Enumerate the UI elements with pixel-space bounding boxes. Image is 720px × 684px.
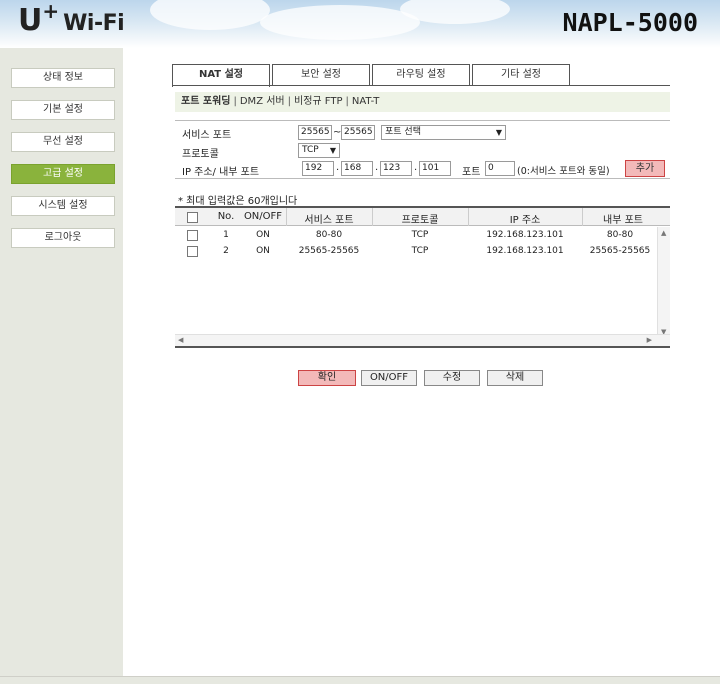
row-ip: 192.168.123.101 [486, 230, 564, 240]
model-name: NAPL-5000 [562, 8, 698, 37]
ip-octet-2-input[interactable]: 168 [341, 161, 373, 176]
subnav-ftp[interactable]: 비정규 FTP [294, 96, 343, 107]
header-banner: U+ Wi-Fi NAPL-5000 [0, 0, 720, 48]
table-header: No. ON/OFF 서비스 포트 프로토콜 IP 주소 내부 포트 [175, 208, 670, 226]
sub-navigation: 포트 포워딩 | DMZ 서버 | 비정규 FTP | NAT-T [175, 92, 670, 112]
row-service-port: 25565-25565 [298, 246, 360, 256]
sidebar-item-logout[interactable]: 로그아웃 [11, 228, 115, 248]
dropdown-arrow-icon: ▼ [329, 146, 336, 155]
row-checkbox[interactable] [187, 230, 198, 241]
row-protocol: TCP [411, 246, 429, 256]
row-no: 2 [223, 246, 229, 256]
ip-dot: . [336, 162, 340, 173]
port-to-input[interactable]: 25565 [341, 125, 375, 140]
sidebar-item-system[interactable]: 시스템 설정 [11, 196, 115, 216]
subnav-separator: | [287, 96, 291, 107]
protocol-row: 프로토콜 TCP ▼ [175, 142, 670, 161]
add-button[interactable]: 추가 [625, 160, 665, 177]
forwarding-table: No. ON/OFF 서비스 포트 프로토콜 IP 주소 내부 포트 1 ON … [175, 206, 670, 348]
tab-nat[interactable]: NAT 설정 [172, 64, 270, 87]
ip-octet-3-input[interactable]: 123 [380, 161, 412, 176]
max-entries-note: * 최대 입력값은 60개입니다 [178, 196, 298, 207]
port-from-input[interactable]: 25565 [298, 125, 332, 140]
tab-security[interactable]: 보안 설정 [272, 64, 370, 86]
bottom-bar [0, 676, 720, 684]
horizontal-scrollbar[interactable]: ◀ ▶ [175, 334, 670, 346]
scroll-up-icon[interactable]: ▲ [661, 229, 666, 237]
col-service-port: 서비스 포트 [304, 215, 354, 226]
col-onoff: ON/OFF [243, 211, 283, 222]
table-row[interactable]: 2 ON 25565-25565 TCP 192.168.123.101 255… [175, 244, 657, 260]
confirm-button[interactable]: 확인 [298, 370, 356, 386]
inner-port-input[interactable]: 0 [485, 161, 515, 176]
subnav-separator: | [345, 96, 349, 107]
subnav-nat-t[interactable]: NAT-T [352, 96, 380, 107]
dropdown-arrow-icon: ▼ [495, 128, 502, 137]
row-state: ON [256, 230, 270, 240]
ip-label: IP 주소/ 내부 포트 [182, 167, 260, 178]
scroll-right-icon[interactable]: ▶ [647, 336, 652, 344]
select-all-checkbox[interactable] [187, 212, 198, 223]
sidebar-item-advanced[interactable]: 고급 설정 [11, 164, 115, 184]
row-inner-port: 80-80 [606, 230, 634, 240]
edit-button[interactable]: 수정 [424, 370, 480, 386]
logo-plus: + [42, 0, 60, 23]
subnav-port-forwarding[interactable]: 포트 포워딩 [181, 96, 230, 107]
row-protocol: TCP [411, 230, 429, 240]
row-inner-port: 25565-25565 [589, 246, 651, 256]
row-no: 1 [223, 230, 229, 240]
row-checkbox[interactable] [187, 246, 198, 257]
col-ip: IP 주소 [509, 215, 541, 226]
row-ip: 192.168.123.101 [486, 246, 564, 256]
ip-octet-4-input[interactable]: 101 [419, 161, 451, 176]
vertical-scrollbar[interactable]: ▲ ▼ [657, 227, 670, 338]
row-state: ON [256, 246, 270, 256]
sidebar-item-status[interactable]: 상태 정보 [11, 68, 115, 88]
ip-octet-1-input[interactable]: 192 [302, 161, 334, 176]
tab-etc[interactable]: 기타 설정 [472, 64, 570, 86]
ip-dot: . [414, 162, 418, 173]
protocol-select[interactable]: TCP ▼ [298, 143, 340, 158]
ip-row: IP 주소/ 내부 포트 192 . 168 . 123 . 101 포트 0 … [175, 160, 670, 179]
col-protocol: 프로토콜 [401, 215, 439, 226]
service-port-row: 서비스 포트 25565 ~ 25565 포트 선택 ▼ [175, 123, 670, 142]
tab-underline [172, 85, 670, 86]
logo-wifi: Wi-Fi [63, 11, 125, 36]
row-service-port: 80-80 [315, 230, 343, 240]
col-no: No. [217, 211, 235, 222]
port-forward-form: 서비스 포트 25565 ~ 25565 포트 선택 ▼ 프로토콜 TCP ▼ … [175, 120, 670, 179]
protocol-value: TCP [302, 145, 319, 155]
service-port-label: 서비스 포트 [182, 130, 232, 141]
logo-u: U [18, 3, 42, 38]
port-select-dropdown[interactable]: 포트 선택 ▼ [381, 125, 506, 140]
scroll-left-icon[interactable]: ◀ [178, 336, 183, 344]
subnav-dmz[interactable]: DMZ 서버 [240, 96, 285, 107]
sidebar-item-wireless[interactable]: 무선 설정 [11, 132, 115, 152]
cloud-decoration [260, 5, 420, 40]
port-select-value: 포트 선택 [385, 127, 421, 137]
inner-port-label: 포트 [462, 167, 481, 178]
cloud-decoration [150, 0, 270, 30]
sidebar-item-basic[interactable]: 기본 설정 [11, 100, 115, 120]
ip-dot: . [375, 162, 379, 173]
sidebar: 상태 정보 기본 설정 무선 설정 고급 설정 시스템 설정 로그아웃 [0, 48, 123, 680]
tab-routing[interactable]: 라우팅 설정 [372, 64, 470, 86]
brand-logo: U+ Wi-Fi [18, 0, 125, 38]
delete-button[interactable]: 삭제 [487, 370, 543, 386]
col-inner-port: 내부 포트 [603, 215, 643, 226]
protocol-label: 프로토콜 [182, 149, 219, 160]
onoff-button[interactable]: ON/OFF [361, 370, 417, 386]
inner-port-hint: (0:서비스 포트와 동일) [517, 166, 610, 177]
table-row[interactable]: 1 ON 80-80 TCP 192.168.123.101 80-80 [175, 228, 657, 244]
subnav-separator: | [233, 96, 237, 107]
